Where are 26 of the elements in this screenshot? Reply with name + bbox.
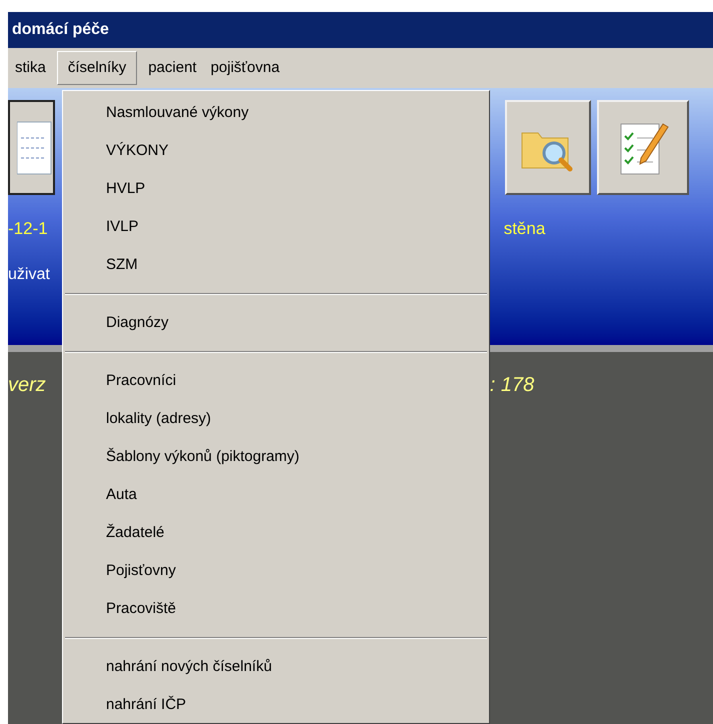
menu-option[interactable]: nahrání nových číselníků xyxy=(65,648,487,686)
version-text: verz xyxy=(8,373,46,398)
menu-item[interactable]: pacient xyxy=(143,51,202,85)
menu-option[interactable]: nahrání IČP xyxy=(65,686,487,724)
menu-item[interactable]: stika xyxy=(10,51,51,85)
menu-option[interactable]: Diagnózy xyxy=(65,304,487,342)
menu-option[interactable]: VÝKONY xyxy=(65,132,487,170)
date-text: -12-1 xyxy=(8,218,48,240)
menu-item[interactable]: pojišťovna xyxy=(206,51,285,85)
menu-option[interactable]: Nasmlouvané výkony xyxy=(65,94,487,132)
menu-option[interactable]: Pojisťovny xyxy=(65,552,487,590)
count-text: : 178 xyxy=(490,373,534,398)
menu-option[interactable]: lokality (adresy) xyxy=(65,400,487,438)
window-title: domácí péče xyxy=(12,20,109,40)
menu-item[interactable]: číselníky xyxy=(56,51,138,85)
menu-option[interactable]: Auta xyxy=(65,476,487,514)
menu-option[interactable]: Pracovníci xyxy=(65,362,487,400)
user-text: uživat xyxy=(8,265,50,285)
menu-option[interactable]: SZM xyxy=(65,246,487,284)
menu-option[interactable]: HVLP xyxy=(65,170,487,208)
menu-option[interactable]: Pracoviště xyxy=(65,590,487,628)
toolbar-button[interactable] xyxy=(8,100,55,195)
menu-option[interactable]: Šablony výkonů (piktogramy) xyxy=(65,438,487,476)
location-text: stěna xyxy=(504,218,546,240)
menu-option[interactable]: IVLP xyxy=(65,208,487,246)
menu-option[interactable]: Žadatelé xyxy=(65,514,487,552)
